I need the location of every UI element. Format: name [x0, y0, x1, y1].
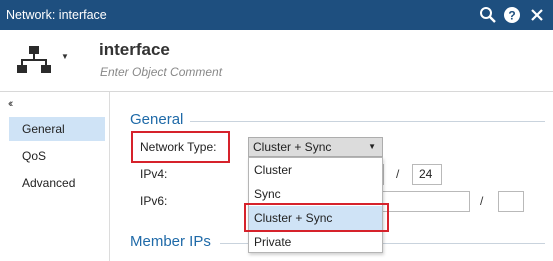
object-name[interactable]: interface: [99, 40, 170, 60]
close-icon[interactable]: [528, 6, 546, 27]
window-title: Network: interface: [6, 8, 107, 22]
collapse-sidebar-icon[interactable]: ‹‹: [8, 98, 14, 110]
section-title-member-ips: Member IPs: [130, 233, 211, 250]
network-topology-icon[interactable]: [16, 44, 52, 79]
sidebar-item-label: General: [22, 122, 65, 136]
sidebar: ‹‹ General QoS Advanced: [0, 92, 110, 261]
svg-text:?: ?: [508, 9, 515, 23]
cluster-sync-option-callout: [244, 203, 389, 232]
sidebar-item-label: Advanced: [22, 176, 76, 190]
section-title-general: General: [130, 111, 184, 128]
network-type-label-callout: [131, 131, 230, 163]
help-icon[interactable]: ?: [503, 6, 521, 27]
search-icon[interactable]: [479, 6, 497, 27]
sidebar-item-label: QoS: [22, 149, 47, 163]
section-divider: [190, 121, 545, 122]
ipv6-label: IPv6:: [140, 194, 168, 208]
ipv4-label: IPv4:: [140, 167, 168, 181]
ipv6-slash: /: [480, 194, 484, 208]
sidebar-item-general[interactable]: General: [9, 117, 105, 141]
ipv4-mask-input[interactable]: 24: [412, 164, 442, 185]
chevron-down-icon: ▼: [368, 142, 376, 151]
ipv4-slash: /: [396, 167, 400, 181]
dropdown-option-cluster[interactable]: Cluster: [249, 158, 382, 182]
ipv6-prefix-input[interactable]: [498, 191, 524, 212]
sidebar-item-advanced[interactable]: Advanced: [9, 171, 105, 195]
dropdown-option-private[interactable]: Private: [249, 230, 382, 254]
sidebar-item-qos[interactable]: QoS: [9, 144, 105, 168]
network-type-select[interactable]: Cluster + Sync ▼: [248, 137, 383, 157]
network-type-value: Cluster + Sync: [253, 140, 332, 154]
icon-menu-caret-icon[interactable]: ▼: [61, 52, 69, 61]
object-header: ▼ interface Enter Object Comment: [0, 30, 553, 92]
title-bar: Network: interface ?: [0, 0, 553, 30]
object-comment-field[interactable]: Enter Object Comment: [100, 65, 222, 79]
